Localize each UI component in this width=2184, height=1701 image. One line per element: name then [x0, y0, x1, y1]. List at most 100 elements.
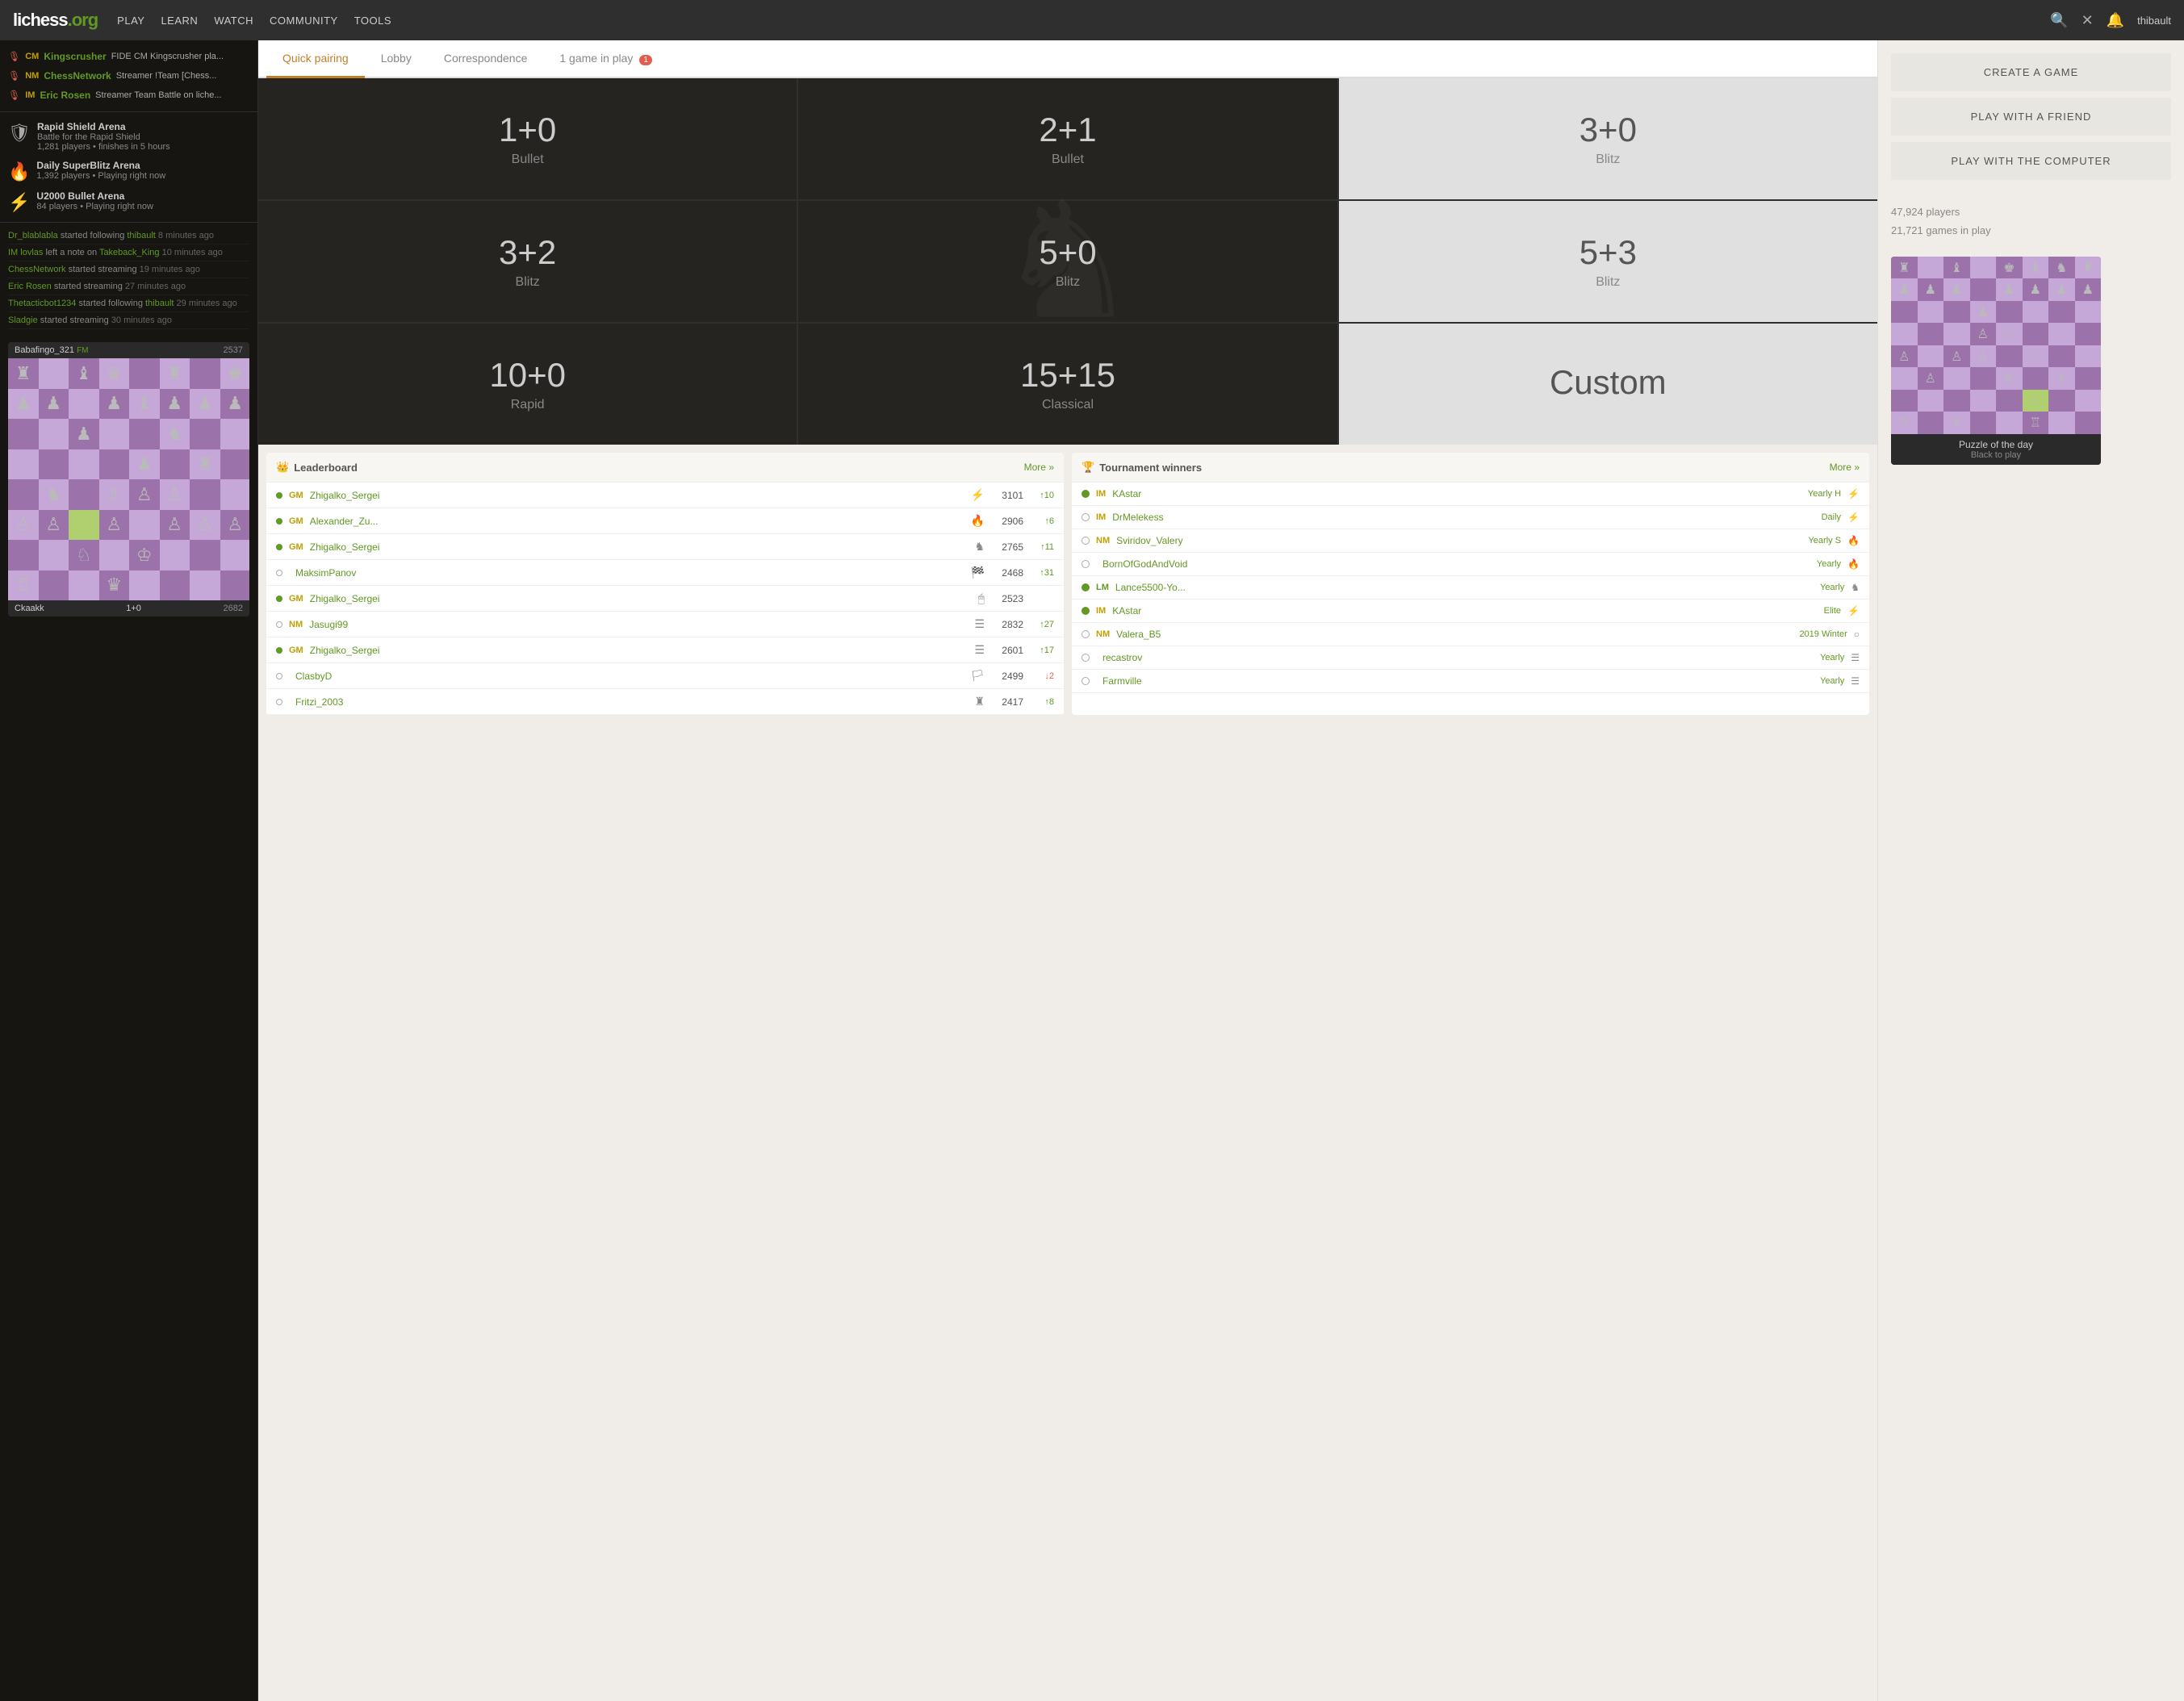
pairing-grid-wrapper: ♞ 1+0 Bullet 2+1 Bullet 3+0 Blitz 3+2 [258, 78, 1877, 445]
user-link[interactable]: thibault [145, 299, 174, 308]
user-link[interactable]: Takeback_King [99, 248, 160, 257]
pairing-1-0[interactable]: 1+0 Bullet [258, 78, 797, 199]
leader-rating: 2765 [991, 541, 1023, 553]
leader-trend: ↑27 [1030, 620, 1054, 629]
crazyhouse-icon: ☰ [974, 643, 985, 657]
close-icon[interactable]: ✕ [2081, 12, 2094, 29]
nav-watch[interactable]: WATCH [214, 15, 253, 27]
winner-name[interactable]: DrMelekess [1112, 512, 1814, 523]
sq: ♟ [160, 389, 190, 420]
leader-name[interactable]: Fritzi_2003 [295, 696, 968, 708]
leaderboard-header: 👑 Leaderboard More » [266, 453, 1064, 483]
winner-name[interactable]: Valera_B5 [1116, 629, 1793, 640]
psq [1918, 412, 1944, 434]
psq [1918, 345, 1944, 368]
psq: ♟ [1970, 301, 1997, 324]
psq [2048, 323, 2075, 345]
mini-board: ♜ ♝ ♛ ♜ ♚ ♟ ♟ ♟ ♝ ♟ ♟ ♟ ♟ [8, 358, 249, 600]
winner-title: NM [1096, 536, 1110, 545]
fire-icon: 🔥 [8, 161, 30, 182]
event-u2000[interactable]: ⚡ U2000 Bullet Arena 84 players • Playin… [0, 186, 257, 217]
winner-name[interactable]: BornOfGodAndVoid [1102, 558, 1810, 570]
bullet-icon: ⚡ [971, 488, 985, 502]
winner-name[interactable]: KAstar [1112, 488, 1801, 499]
psq: ♘ [2023, 390, 2049, 412]
pairing-5-0[interactable]: 5+0 Blitz [798, 201, 1337, 322]
tab-quick-pairing[interactable]: Quick pairing [266, 40, 365, 78]
sq: ♟ [129, 449, 160, 480]
tab-correspondence[interactable]: Correspondence [428, 40, 544, 78]
leader-title: GM [289, 594, 303, 604]
tournament-header: 🏆 Tournament winners More » [1072, 453, 1869, 483]
sq [99, 449, 130, 480]
create-game-button[interactable]: CREATE A GAME [1891, 53, 2171, 91]
leader-title: NM [289, 620, 303, 629]
puzzle-sub: Black to play [1899, 450, 2093, 460]
winner-name[interactable]: Lance5500-Yo... [1115, 582, 1814, 593]
user-menu[interactable]: thibault [2137, 15, 2171, 27]
pairing-10-0[interactable]: 10+0 Rapid [258, 324, 797, 445]
streamer-ericrosen[interactable]: 🎙 IM Eric Rosen Streamer Team Battle on … [0, 86, 257, 105]
pairing-5-3[interactable]: 5+3 Blitz [1339, 201, 1877, 322]
nav-learn[interactable]: LEARN [161, 15, 198, 27]
tournament-more[interactable]: More » [1830, 462, 1860, 473]
psq: ♖ [1891, 412, 1918, 434]
event-rapid-shield[interactable]: 🛡 Rapid Shield Arena Battle for the Rapi… [0, 117, 257, 156]
sq [8, 449, 39, 480]
online-indicator [1082, 654, 1090, 662]
pairing-3-2[interactable]: 3+2 Blitz [258, 201, 797, 322]
winner-name[interactable]: recastrov [1102, 652, 1814, 663]
leader-name[interactable]: Zhigalko_Sergei [310, 541, 969, 553]
pairing-custom[interactable]: Custom [1339, 324, 1877, 445]
mute-icon[interactable]: 🔔 [2107, 12, 2124, 29]
pairing-type: Bullet [1052, 153, 1084, 167]
leader-name[interactable]: Alexander_Zu... [310, 516, 964, 527]
play-computer-button[interactable]: PLAY WITH THE COMPUTER [1891, 142, 2171, 180]
leader-name[interactable]: Zhigalko_Sergei [310, 593, 972, 604]
psq [1891, 323, 1918, 345]
logo[interactable]: lichess.org [13, 10, 98, 31]
user-link[interactable]: Thetacticbot1234 [8, 299, 76, 308]
leader-trend: ↑31 [1030, 568, 1054, 578]
event-superblitz[interactable]: 🔥 Daily SuperBlitz Arena 1,392 players •… [0, 156, 257, 186]
sq: ♟ [190, 389, 220, 420]
nav-right: 🔍 ✕ 🔔 thibault [2050, 12, 2171, 29]
leader-name[interactable]: Zhigalko_Sergei [310, 645, 969, 656]
nav-community[interactable]: COMMUNITY [270, 15, 338, 27]
user-link[interactable]: ChessNetwork [8, 265, 66, 274]
leader-name[interactable]: MaksimPanov [295, 567, 964, 579]
winner-name[interactable]: Farmville [1102, 675, 1814, 687]
user-link[interactable]: IM lovlas [8, 248, 43, 257]
streamer-chessnetwork[interactable]: 🎙 NM ChessNetwork Streamer !Team [Chess.… [0, 66, 257, 86]
nav-tools[interactable]: TOOLS [354, 15, 391, 27]
leader-name[interactable]: Jasugi99 [309, 619, 968, 630]
winner-name[interactable]: Sviridov_Valery [1116, 535, 1801, 546]
leaderboard-more[interactable]: More » [1024, 462, 1054, 473]
play-friend-button[interactable]: PLAY WITH A FRIEND [1891, 98, 2171, 136]
user-link[interactable]: Eric Rosen [8, 282, 52, 291]
winner-row: IM KAstar Yearly H ⚡ [1072, 483, 1869, 506]
user-link[interactable]: Sladgie [8, 316, 38, 325]
tab-game-in-play[interactable]: 1 game in play 1 [543, 40, 668, 78]
leader-trend: ↑10 [1030, 491, 1054, 500]
nav-play[interactable]: PLAY [117, 15, 144, 27]
pairing-2-1[interactable]: 2+1 Bullet [798, 78, 1337, 199]
tourney-icon: ☰ [1851, 652, 1860, 663]
pairing-3-0[interactable]: 3+0 Blitz [1339, 78, 1877, 199]
pairing-15-15[interactable]: 15+15 Classical [798, 324, 1337, 445]
leader-name[interactable]: Zhigalko_Sergei [310, 490, 964, 501]
psq: ♞ [2048, 257, 2075, 279]
leader-row: GM Zhigalko_Sergei ⚡ 3101 ↑10 [266, 483, 1064, 508]
sq [129, 510, 160, 541]
user-link[interactable]: Dr_blablabla [8, 231, 58, 240]
winner-name[interactable]: KAstar [1112, 605, 1817, 616]
sq: ♙ [160, 479, 190, 510]
streamer-kingscrusher[interactable]: 🎙 CM Kingscrusher FIDE CM Kingscrusher p… [0, 47, 257, 66]
sq: ♟ [8, 389, 39, 420]
winner-row: NM Sviridov_Valery Yearly S 🔥 [1072, 529, 1869, 553]
tab-lobby[interactable]: Lobby [365, 40, 428, 78]
leader-name[interactable]: ClasbyD [295, 671, 964, 682]
user-link[interactable]: thibault [127, 231, 155, 240]
search-icon[interactable]: 🔍 [2050, 12, 2068, 29]
pairing-time: 5+3 [1579, 233, 1637, 272]
